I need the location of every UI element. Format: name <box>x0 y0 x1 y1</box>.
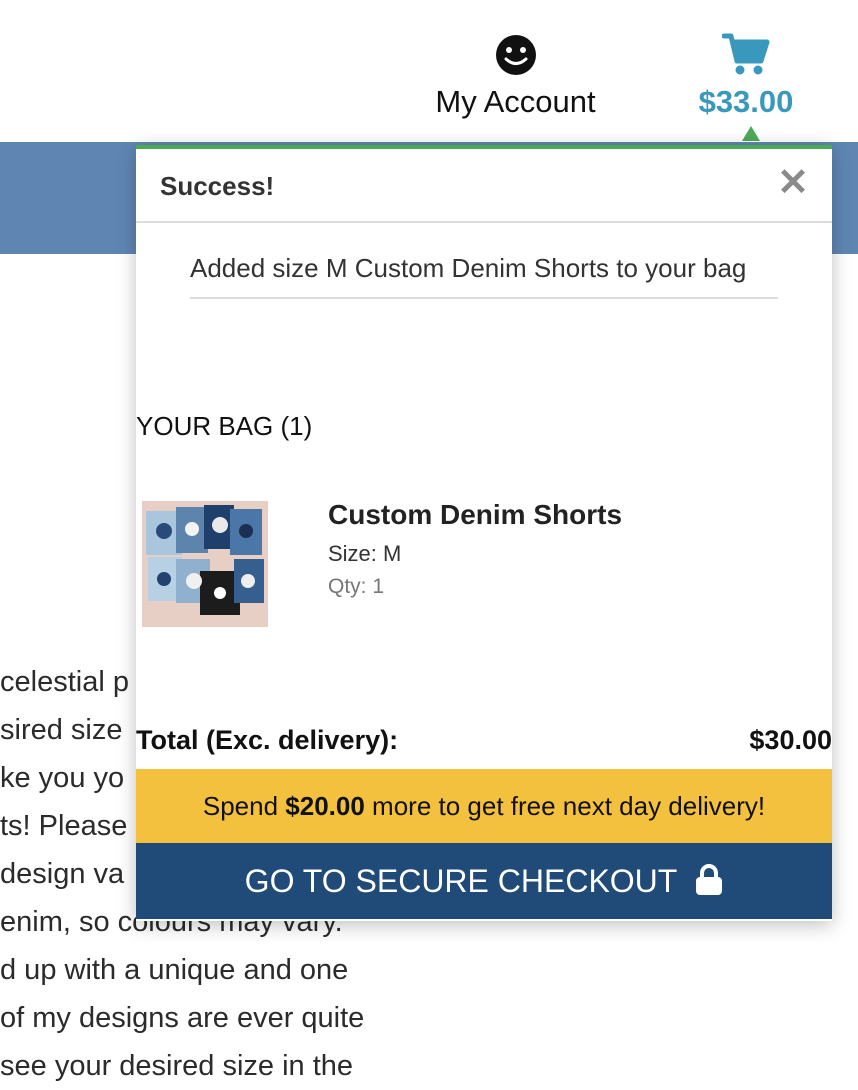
my-account-link[interactable]: My Account <box>418 30 613 120</box>
product-name[interactable]: Custom Denim Shorts <box>328 499 622 531</box>
checkout-label: GO TO SECURE CHECKOUT <box>244 863 678 899</box>
description-line: of my designs are ever quite <box>0 1002 365 1034</box>
promo-text-start: Spend <box>202 791 286 821</box>
total-label: Total (Exc. delivery): <box>136 725 399 755</box>
minicart-caret <box>742 126 760 141</box>
product-thumbnail[interactable] <box>142 501 268 627</box>
promo-amount: $20.00 <box>285 791 365 821</box>
description-line: see your desired size in the <box>0 1050 354 1082</box>
added-to-bag-message: Added size M Custom Denim Shorts to your… <box>190 247 778 299</box>
promo-text-end: more to get free next day delivery! <box>364 791 766 821</box>
product-size: Size: M <box>328 541 402 566</box>
description-line: d up with a unique and one <box>0 954 349 986</box>
secure-checkout-button[interactable]: GO TO SECURE CHECKOUT <box>136 843 832 919</box>
total-value: $30.00 <box>749 725 832 755</box>
free-delivery-banner: Spend $20.00 more to get free next day d… <box>136 769 832 843</box>
success-title: Success! <box>160 171 275 201</box>
minicart-popover: Success! ✕ Added size M Custom Denim Sho… <box>136 145 832 921</box>
my-account-label: My Account <box>435 84 596 119</box>
close-icon[interactable]: ✕ <box>776 163 810 203</box>
shopping-cart-icon <box>722 33 770 75</box>
cart-link[interactable]: $33.00 <box>676 30 816 120</box>
lock-icon <box>696 864 723 895</box>
smiley-face-icon <box>495 35 536 75</box>
product-quantity: Qty: 1 <box>328 575 385 598</box>
cart-total: $33.00 <box>698 84 794 119</box>
bag-heading: YOUR BAG (1) <box>136 411 313 441</box>
minicart-header: Success! ✕ <box>136 149 832 223</box>
